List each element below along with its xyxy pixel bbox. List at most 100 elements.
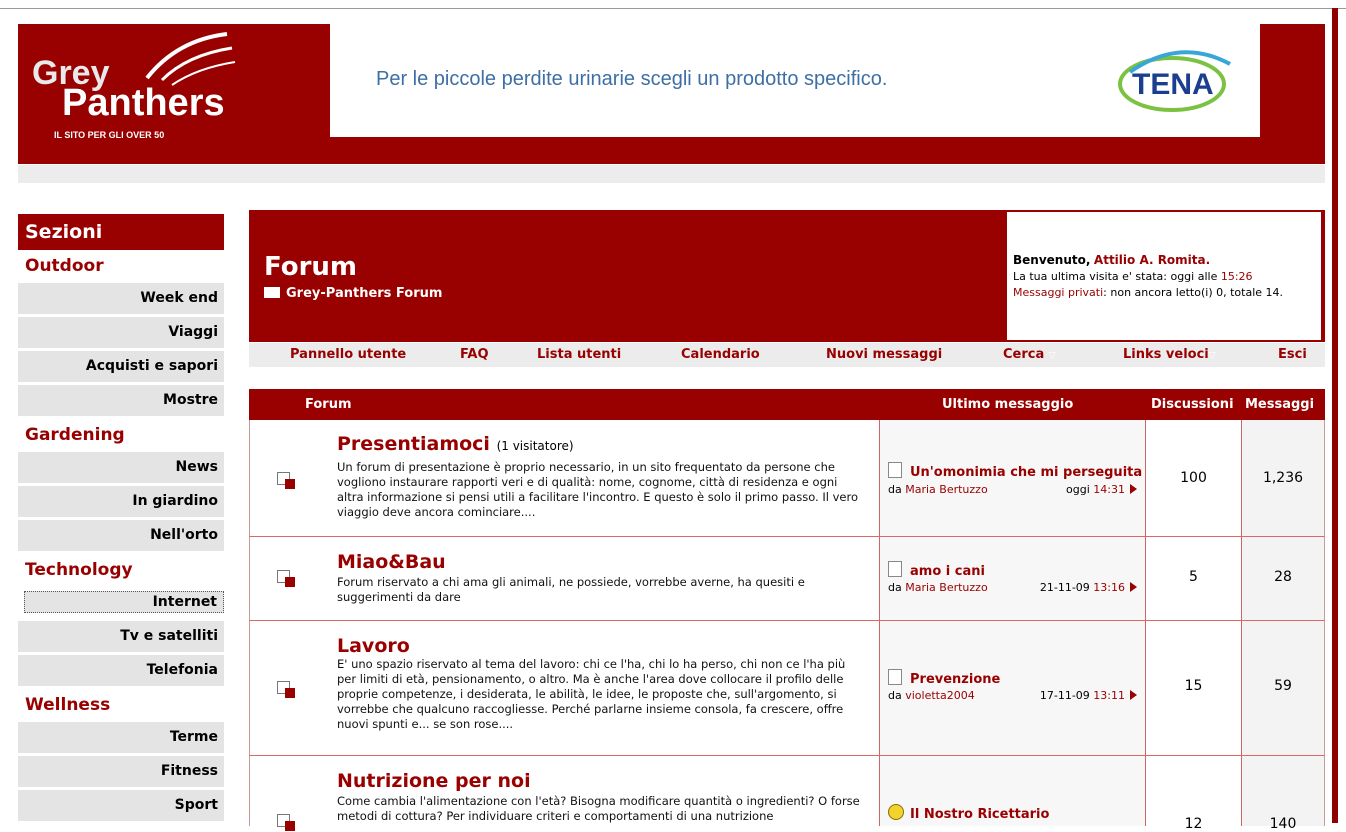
private-messages-status: : non ancora letto(i) 0, totale 14.	[1103, 286, 1284, 299]
sidebar-item-week-end[interactable]: Week end	[18, 283, 224, 314]
sidebar-item-telefonia[interactable]: Telefonia	[18, 655, 224, 686]
sidebar-category-outdoor[interactable]: Outdoor	[18, 250, 224, 283]
sidebar-item-news[interactable]: News	[18, 452, 224, 483]
last-post-time-line: 21-11-09 13:16	[1040, 581, 1137, 594]
sidebar-item-tv-e-satelliti[interactable]: Tv e satelliti	[18, 621, 224, 652]
logo-tagline: IL SITO PER GLI OVER 50	[54, 130, 165, 140]
folder-icon	[264, 287, 280, 298]
forum-status-icon	[277, 681, 297, 699]
forum-row: Lavoro E' uno spazio riservato al tema d…	[249, 621, 1325, 756]
posts-cell: 59	[1242, 621, 1324, 755]
sidebar-item-fitness[interactable]: Fitness	[18, 756, 224, 787]
last-post-title: Un'omonimia che mi perseguita	[910, 465, 1143, 480]
last-post-time-line: oggi 14:31	[1066, 483, 1137, 496]
forum-title[interactable]: Presentiamoci (1 visitatore)	[337, 433, 574, 455]
last-post-date: 17-11-09	[1039, 689, 1090, 702]
welcome-prefix: Benvenuto,	[1013, 253, 1091, 267]
nav-nuovi-messaggi[interactable]: Nuovi messaggi	[826, 347, 942, 362]
page-title: Forum	[264, 252, 357, 282]
sidebar-item-sport[interactable]: Sport	[18, 790, 224, 821]
site-header: Grey Panthers IL SITO PER GLI OVER 50 Pe…	[18, 24, 1325, 164]
posts-cell: 1,236	[1242, 420, 1324, 536]
chevron-down-icon: ▽	[1208, 351, 1216, 361]
last-post-cell: Un'omonimia che mi perseguita da Maria B…	[879, 420, 1146, 536]
nav-pannello-utente[interactable]: Pannello utente	[290, 347, 406, 362]
go-to-post-icon[interactable]	[1130, 582, 1137, 592]
threads-cell: 15	[1146, 621, 1242, 755]
last-post-title: amo i cani	[910, 564, 985, 579]
nav-cerca-label: Cerca	[1003, 347, 1045, 362]
smiley-icon	[888, 804, 904, 820]
nav-esci[interactable]: Esci	[1278, 347, 1307, 362]
last-post-link[interactable]: Un'omonimia che mi perseguita	[888, 462, 1142, 480]
last-visit-time: 15:26	[1220, 270, 1253, 283]
last-post-author-line: da violetta2004	[888, 689, 975, 702]
breadcrumb[interactable]: Grey-Panthers Forum	[264, 286, 442, 301]
sidebar-item-nell-orto[interactable]: Nell'orto	[18, 520, 224, 551]
sidebar-item-terme[interactable]: Terme	[18, 722, 224, 753]
last-post-link[interactable]: amo i cani	[888, 561, 985, 579]
document-icon	[888, 462, 902, 478]
sidebar-item-internet[interactable]: Internet	[24, 591, 224, 613]
forum-title-link[interactable]: Lavoro	[337, 635, 410, 657]
tena-logo-icon: TENA	[1118, 50, 1231, 112]
sidebar-item-in-giardino[interactable]: In giardino	[18, 486, 224, 517]
forum-title-link[interactable]: Presentiamoci	[337, 433, 490, 455]
last-post-author[interactable]: Maria Bertuzzo	[905, 483, 987, 496]
go-to-post-icon[interactable]	[1130, 690, 1137, 700]
tena-logo: TENA	[1110, 42, 1240, 122]
sidebar-item-mostre[interactable]: Mostre	[18, 385, 224, 416]
go-to-post-icon[interactable]	[1130, 484, 1137, 494]
forum-title-link[interactable]: Nutrizione per noi	[337, 770, 531, 792]
page-right-border	[1332, 8, 1338, 823]
last-post-author[interactable]: Maria Bertuzzo	[905, 581, 987, 594]
last-post-author-line: da Maria Bertuzzo	[888, 483, 988, 496]
nav-links-veloci-label: Links veloci	[1123, 347, 1209, 362]
logo-swoosh-icon	[145, 32, 236, 86]
sidebar-item-viaggi[interactable]: Viaggi	[18, 317, 224, 348]
posts-count: 59	[1274, 678, 1292, 694]
last-post-link[interactable]: Il Nostro Ricettario	[888, 804, 1049, 822]
private-messages-link[interactable]: Messaggi privati	[1013, 286, 1103, 299]
posts-cell: 28	[1242, 537, 1324, 620]
forum-title-link[interactable]: Miao&Bau	[337, 551, 446, 573]
ad-banner[interactable]: Per le piccole perdite urinarie scegli u…	[330, 24, 1260, 137]
last-post-date: oggi	[1066, 483, 1090, 496]
last-post-link[interactable]: Prevenzione	[888, 669, 1000, 687]
breadcrumb-label: Grey-Panthers Forum	[286, 286, 443, 301]
site-logo[interactable]: Grey Panthers IL SITO PER GLI OVER 50	[32, 30, 236, 158]
last-visit-label: La tua ultima visita e' stata: oggi alle	[1013, 270, 1218, 283]
last-post-time: 14:31	[1093, 483, 1125, 496]
forum-description: Forum riservato a chi ama gli animali, n…	[337, 575, 805, 604]
nav-links-veloci[interactable]: Links veloci▽	[1123, 347, 1216, 362]
sidebar-category-wellness[interactable]: Wellness	[18, 689, 224, 722]
forum-header: Forum Grey-Panthers Forum Benvenuto, Att…	[249, 210, 1325, 342]
last-post-by-prefix: da	[888, 581, 902, 594]
forum-status-icon	[277, 472, 297, 490]
last-post-time: 13:11	[1093, 689, 1125, 702]
last-post-title: Prevenzione	[910, 672, 1001, 687]
forum-table-header: Forum Ultimo messaggio Discussioni Messa…	[249, 389, 1325, 420]
last-post-author[interactable]: violetta2004	[905, 689, 974, 702]
ad-banner-text: Per le piccole perdite urinarie scegli u…	[376, 68, 888, 90]
nav-faq[interactable]: FAQ	[460, 347, 489, 362]
last-post-cell: Prevenzione da violetta2004 17-11-09 13:…	[879, 621, 1146, 755]
sidebar-category-technology[interactable]: Technology	[18, 554, 224, 587]
posts-count: 28	[1274, 569, 1292, 585]
window-top-edge	[0, 0, 1346, 9]
sidebar-item-acquisti-e-sapori[interactable]: Acquisti e sapori	[18, 351, 224, 382]
col-header-posts: Messaggi	[1245, 397, 1315, 412]
threads-cell: 5	[1146, 537, 1242, 620]
nav-lista-utenti[interactable]: Lista utenti	[537, 347, 621, 362]
welcome-user-link[interactable]: Attilio A. Romita.	[1094, 253, 1210, 267]
sidebar-category-gardening[interactable]: Gardening	[18, 419, 224, 452]
sidebar: Sezioni Outdoor Week end Viaggi Acquisti…	[18, 214, 224, 824]
threads-count: 15	[1184, 678, 1203, 694]
last-post-time-line: 17-11-09 13:11	[1040, 689, 1137, 702]
logo-panthers: Panthers	[62, 82, 225, 124]
nav-calendario[interactable]: Calendario	[681, 347, 760, 362]
nav-cerca[interactable]: Cerca ▽	[1003, 347, 1056, 362]
forum-description: Come cambia l'alimentazione con l'età? B…	[337, 794, 860, 823]
forum-description: E' uno spazio riservato al tema del lavo…	[337, 657, 846, 731]
last-post-time: 13:16	[1093, 581, 1125, 594]
